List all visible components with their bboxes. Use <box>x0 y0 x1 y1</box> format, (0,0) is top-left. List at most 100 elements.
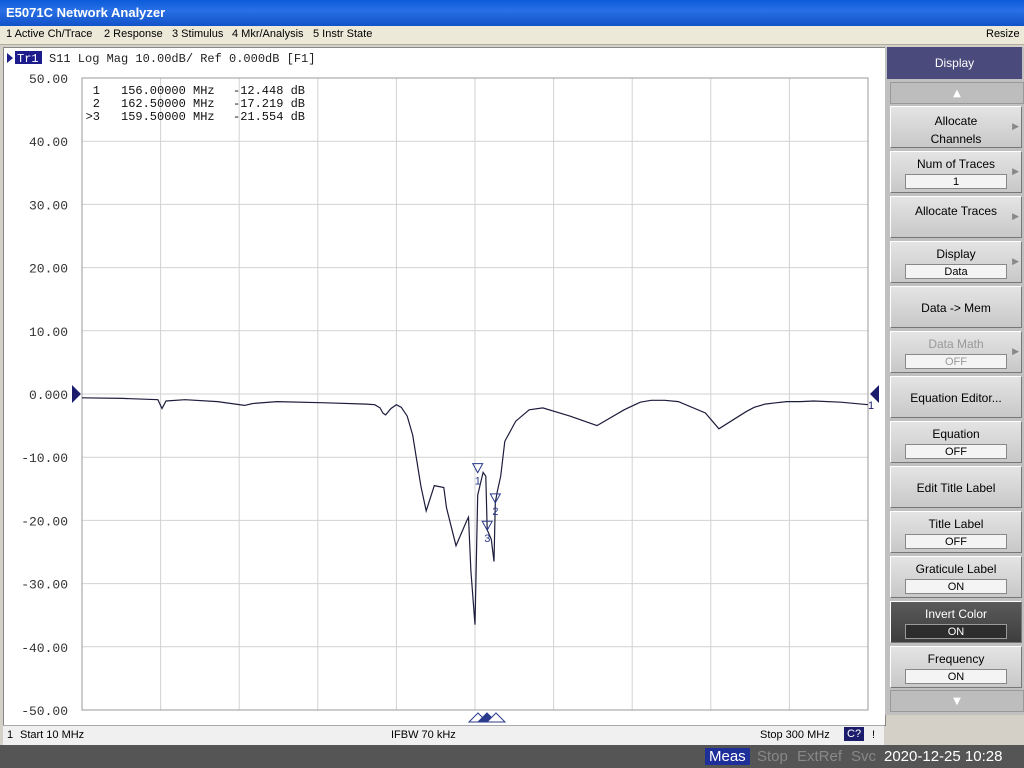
menu-active-ch-trace[interactable]: 1 Active Ch/Trace <box>6 28 92 40</box>
marker-3-tag: 3 <box>484 533 490 545</box>
softkey-invert-color[interactable]: Invert Color ON <box>890 601 1022 643</box>
channel-number: 1 <box>7 729 14 741</box>
meas-status: Meas <box>705 748 750 765</box>
y-tick-label: 20.00 <box>29 262 68 277</box>
svc-status: Svc <box>851 748 877 765</box>
softkey-equation-editor[interactable]: Equation Editor... <box>890 376 1022 418</box>
y-tick-label: -10.00 <box>21 451 68 466</box>
softkey-display[interactable]: Display Data ▶ <box>890 241 1022 283</box>
reference-left-icon <box>72 385 81 403</box>
softkey-label: Display <box>936 247 976 261</box>
y-tick-label: 10.00 <box>29 325 68 340</box>
status-exclamation: ! <box>872 729 876 741</box>
marker-2-value: -17.219 dB <box>233 97 305 111</box>
softkey-frequency[interactable]: Frequency ON <box>890 646 1022 688</box>
marker-1-freq: 156.00000 MHz <box>121 84 215 98</box>
softkey-edit-title-label[interactable]: Edit Title Label <box>890 466 1022 508</box>
softkey-label: Edit Title Label <box>916 481 996 495</box>
menu-stimulus[interactable]: 3 Stimulus <box>172 28 223 40</box>
softkey-label: Equation <box>932 427 980 441</box>
softkey-scroll-up-icon[interactable]: ▲ <box>890 82 1024 104</box>
softkey-allocate-channels[interactable]: Allocate Channels ▶ <box>890 106 1022 148</box>
marker-readout-table: 1 156.00000 MHz -12.448 dB 2 162.50000 M… <box>86 84 305 124</box>
marker-1-tag: 1 <box>475 476 481 488</box>
marker-1-triangle-icon <box>471 463 484 474</box>
softkey-allocate-traces[interactable]: Allocate Traces ▶ <box>890 196 1022 238</box>
instrument-status-bar: Meas Stop ExtRef Svc 2020-12-25 10:28 <box>0 745 1024 768</box>
marker-3-freq: 159.50000 MHz <box>121 110 215 124</box>
softkey-panel: Display ▲ Allocate Channels ▶ Num of Trace… <box>885 47 1024 715</box>
softkey-label: Allocate Traces <box>914 204 998 218</box>
trace-header: Tr1 S11 Log Mag 10.00dB/ Ref 0.000dB [F1… <box>7 51 315 66</box>
menu-bar: 1 Active Ch/Trace 2 Response 3 Stimulus … <box>0 26 1024 45</box>
submenu-arrow-icon: ▶ <box>1012 256 1019 266</box>
y-tick-label: -30.00 <box>21 578 68 593</box>
softkey-value: ON <box>905 624 1007 639</box>
calibration-status-badge[interactable]: C? <box>844 727 865 741</box>
y-tick-label: 30.00 <box>29 198 68 213</box>
y-axis-ticks: 50.00 40.00 30.00 20.00 10.00 0.000 -10.00 -20.… <box>21 72 68 719</box>
softkey-title-label[interactable]: Title Label OFF <box>890 511 1022 553</box>
marker-2-label: 2 <box>93 97 100 111</box>
window-titlebar: E5071C Network Analyzer <box>0 0 1024 26</box>
resize-button[interactable]: Resize <box>986 28 1020 40</box>
softkey-value: OFF <box>905 444 1007 459</box>
channel-window[interactable]: 50.00 40.00 30.00 20.00 10.00 0.000 -10.00 -20.… <box>3 47 886 726</box>
y-tick-label: 40.00 <box>29 135 68 150</box>
softkey-menu-title: Display <box>887 47 1022 79</box>
softkey-label: Data -> Mem <box>921 301 991 315</box>
marker-1-value: -12.448 dB <box>233 84 305 98</box>
date-time: 2020-12-25 10:28 <box>884 748 1003 765</box>
y-tick-label: -40.00 <box>21 641 68 656</box>
submenu-arrow-icon: ▶ <box>1012 166 1019 176</box>
window-title: E5071C Network Analyzer <box>6 5 166 20</box>
marker-1-label: 1 <box>93 84 100 98</box>
trace-number-label: 1 <box>868 400 874 412</box>
y-tick-label: 0.000 <box>29 388 68 403</box>
marker-3-value: -21.554 dB <box>233 110 305 124</box>
softkey-value: OFF <box>905 354 1007 369</box>
menu-mkr-analysis[interactable]: 4 Mkr/Analysis <box>232 28 304 40</box>
y-tick-label: -20.00 <box>21 514 68 529</box>
marker-2-freq: 162.50000 MHz <box>121 97 215 111</box>
marker-2-tag: 2 <box>492 506 498 518</box>
extref-status: ExtRef <box>797 748 843 765</box>
stop-frequency[interactable]: Stop 300 MHz <box>760 729 830 741</box>
softkey-label: Frequency <box>927 652 985 666</box>
stimulus-markers <box>467 712 507 723</box>
softkey-value: OFF <box>905 534 1007 549</box>
submenu-arrow-icon: ▶ <box>1012 211 1019 221</box>
menu-response[interactable]: 2 Response <box>104 28 163 40</box>
softkey-label: Graticule Label <box>915 562 997 576</box>
softkey-num-of-traces[interactable]: Num of Traces 1 ▶ <box>890 151 1022 193</box>
softkey-value: ON <box>905 579 1007 594</box>
submenu-arrow-icon: ▶ <box>1012 121 1019 131</box>
softkey-label: Invert Color <box>924 607 988 621</box>
softkey-value: ON <box>905 669 1007 684</box>
softkey-data-mem[interactable]: Data -> Mem <box>890 286 1022 328</box>
menu-instr-state[interactable]: 5 Instr State <box>313 28 372 40</box>
trace-chart[interactable]: 50.00 40.00 30.00 20.00 10.00 0.000 -10.00 -20.… <box>4 48 885 725</box>
marker-3-label: >3 <box>86 110 100 124</box>
y-tick-label: -50.00 <box>21 704 68 719</box>
submenu-arrow-icon: ▶ <box>1012 346 1019 356</box>
y-tick-label: 50.00 <box>29 72 68 87</box>
softkey-equation[interactable]: Equation OFF <box>890 421 1022 463</box>
softkey-data-math[interactable]: Data Math OFF ▶ <box>890 331 1022 373</box>
stop-status: Stop <box>757 748 788 765</box>
softkey-label: Allocate Channels <box>930 114 982 146</box>
softkey-scroll-down-icon[interactable]: ▼ <box>890 690 1024 712</box>
softkey-graticule-label[interactable]: Graticule Label ON <box>890 556 1022 598</box>
softkey-label: Title Label <box>928 517 984 531</box>
softkey-value: 1 <box>905 174 1007 189</box>
softkey-label: Equation Editor... <box>910 391 1002 405</box>
trace-tag[interactable]: Tr1 <box>17 52 39 66</box>
trace-header-text: S11 Log Mag 10.00dB/ Ref 0.000dB [F1] <box>49 52 315 66</box>
channel-status-bar: 1 Start 10 MHz IFBW 70 kHz Stop 300 MHz … <box>3 725 884 745</box>
active-trace-arrow-icon <box>7 53 13 63</box>
if-bandwidth[interactable]: IFBW 70 kHz <box>391 729 456 741</box>
softkey-label: Data Math <box>928 337 984 351</box>
start-frequency[interactable]: Start 10 MHz <box>20 729 84 741</box>
softkey-label: Num of Traces <box>916 157 996 171</box>
softkey-value: Data <box>905 264 1007 279</box>
